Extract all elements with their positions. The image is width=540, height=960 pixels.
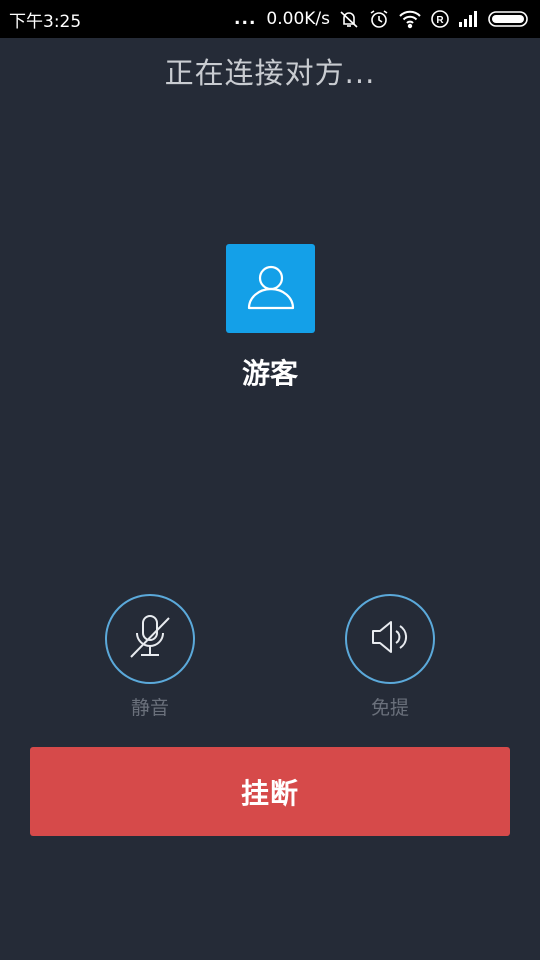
alarm-icon xyxy=(368,8,390,30)
status-time: 下午3:25 xyxy=(9,11,82,32)
mute-button[interactable] xyxy=(105,594,195,684)
status-dots: ... xyxy=(234,9,257,29)
avatar xyxy=(226,244,315,333)
call-status-text: 正在连接对方... xyxy=(164,56,376,90)
bell-muted-icon xyxy=(338,8,360,30)
status-icons: ... 0.00K/s R xyxy=(234,8,530,30)
hangup-button[interactable]: 挂断 xyxy=(30,747,510,836)
speaker-label: 免提 xyxy=(370,697,409,719)
signal-icon xyxy=(458,10,480,28)
person-icon xyxy=(245,261,297,317)
mute-control: 静音 xyxy=(105,594,195,720)
speaker-icon xyxy=(367,614,413,664)
mic-off-icon xyxy=(127,612,173,666)
speaker-control: 免提 xyxy=(345,594,435,720)
caller-name: 游客 xyxy=(241,357,298,390)
svg-text:R: R xyxy=(436,15,444,26)
wifi-icon xyxy=(398,9,422,29)
network-speed: 0.00K/s xyxy=(266,9,330,29)
registered-icon: R xyxy=(430,9,450,29)
call-screen: 正在连接对方... 游客 静音 免提 挂断 xyxy=(0,38,540,960)
speaker-button[interactable] xyxy=(345,594,435,684)
mute-label: 静音 xyxy=(130,697,169,719)
battery-icon xyxy=(488,10,530,28)
status-bar: 下午3:25 ... 0.00K/s R xyxy=(0,0,540,38)
